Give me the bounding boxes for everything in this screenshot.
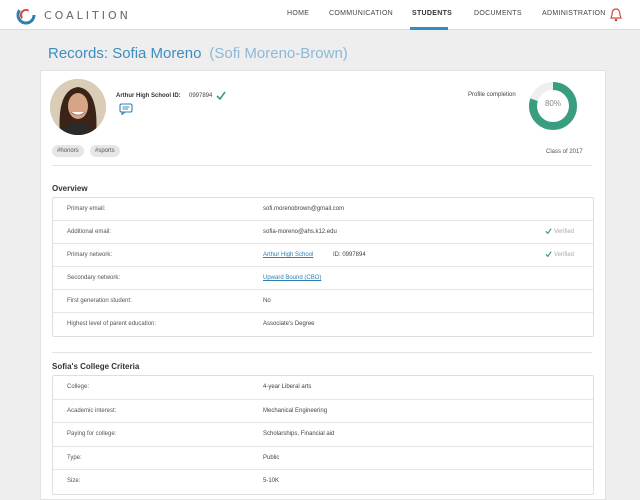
table-row: Paying for college: Scholarships, Financ… [53,423,593,447]
class-year: Class of 2017 [546,149,583,155]
coalition-logo-icon[interactable] [16,5,36,25]
college-criteria-table: College: 4-year Liberal arts Academic in… [52,375,594,495]
verified-check-icon [545,251,552,258]
profile-completion-value: 80% [544,99,561,108]
table-row: College: 4-year Liberal arts [53,376,593,400]
row-value: Associate's Degree [263,321,315,327]
row-value: 4-year Liberal arts [263,384,312,390]
row-label: Primary email: [67,206,106,212]
nav-documents[interactable]: DOCUMENTS [474,10,522,17]
secondary-network-link[interactable]: Upward Bound (CBO) [263,275,321,281]
table-row: Secondary network: Upward Bound (CBO) [53,267,593,290]
section-divider [52,352,592,353]
row-label: Additional email: [67,229,112,235]
verified-check-icon [216,91,226,100]
profile-completion-label: Profile completion [468,92,516,98]
verified-label: Verified [554,229,575,235]
section-divider [52,165,592,166]
row-label: First generation student: [67,298,132,304]
row-label: Primary network: [67,252,113,258]
table-row: Type: Public [53,447,593,470]
table-row: Additional email: sofia-moreno@ahs.k12.e… [53,221,593,244]
row-value: Scholarships, Financial aid [263,431,335,437]
verified-check-icon [545,228,552,235]
table-row: Academic interest: Mechanical Engineerin… [53,400,593,423]
table-row: Primary network: Arthur High School ID: … [53,244,593,267]
row-label: Academic interest: [67,407,117,414]
primary-network-link[interactable]: Arthur High School [263,252,313,258]
row-label: College: [67,384,90,390]
row-label: Secondary network: [67,275,121,281]
table-row: Primary email: sofi.morenobrown@gmail.co… [53,198,593,221]
nav-home[interactable]: HOME [287,10,309,17]
table-row: Size: 5-10K [53,470,593,494]
nav-communication[interactable]: COMMUNICATION [329,10,393,17]
overview-title: Overview [52,184,88,193]
row-value: No [263,298,271,304]
student-name: Records: Sofia Moreno [48,45,202,62]
top-navbar: COALITION HOME COMMUNICATION STUDENTS DO… [0,0,640,30]
row-value: Mechanical Engineering [263,407,328,414]
student-alias: (Sofi Moreno-Brown) [209,45,348,62]
table-row: Highest level of parent education: Assoc… [53,313,593,336]
row-label: Size: [67,478,81,484]
page-title: Records: Sofia Moreno (Sofi Moreno-Brown) [48,45,348,62]
active-nav-indicator [410,27,448,30]
network-id: ID: 0997894 [333,252,366,258]
brand-name: COALITION [44,9,131,22]
row-label: Paying for college: [67,431,117,437]
row-value: Public [263,454,280,461]
nav-students[interactable]: STUDENTS [412,10,452,17]
tag-honors[interactable]: #honors [52,145,84,157]
table-row: First generation student: No [53,290,593,313]
notification-bell-icon[interactable] [610,8,622,22]
row-label: Highest level of parent education: [67,321,157,327]
student-avatar [50,79,106,135]
row-value: sofi.morenobrown@gmail.com [263,206,345,212]
verified-status: Verified [545,228,574,235]
message-icon[interactable] [119,103,133,115]
nav-administration[interactable]: ADMINISTRATION [542,10,606,17]
student-photo-icon [50,79,106,135]
row-value: sofia-moreno@ahs.k12.edu [263,229,337,235]
tag-sports[interactable]: #sports [90,145,120,157]
school-id-label: Arthur High School ID: [116,93,181,99]
overview-table: Primary email: sofi.morenobrown@gmail.co… [52,197,594,337]
verified-status: Verified [545,251,574,258]
college-criteria-title: Sofia's College Criteria [52,362,140,371]
school-id-value: 0997894 [189,93,213,99]
row-value: 5-10K [263,478,280,484]
verified-label: Verified [554,252,575,258]
row-label: Type: [67,454,82,461]
